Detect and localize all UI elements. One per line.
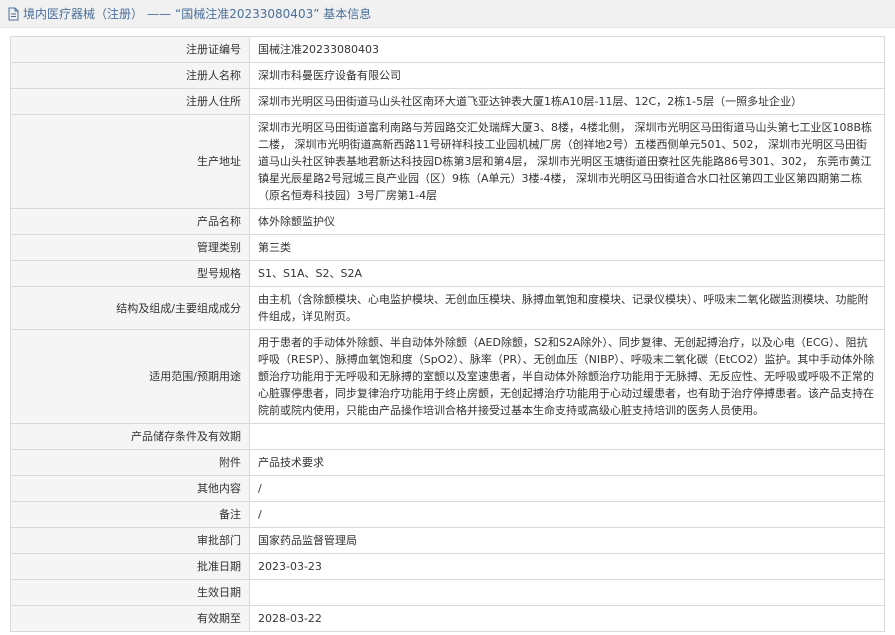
row-value: / xyxy=(249,475,885,502)
header-category: 境内医疗器械（注册） xyxy=(23,7,144,21)
row-label: 产品名称 xyxy=(10,208,250,235)
row-value: 用于患者的手动体外除颤、半自动体外除颤（AED除颤，S2和S2A除外）、同步复律… xyxy=(249,329,885,424)
table-row: 有效期至 2028-03-22 xyxy=(10,605,885,632)
row-value: 体外除颤监护仪 xyxy=(249,208,885,235)
table-row: 产品名称 体外除颤监护仪 xyxy=(10,208,885,235)
row-label: 注册证编号 xyxy=(10,36,250,63)
table-row: 生产地址 深圳市光明区马田街道富利南路与芳园路交汇处瑞辉大厦3、8楼，4楼北侧，… xyxy=(10,114,885,209)
page-header: 境内医疗器械（注册） —— “国械注准20233080403” 基本信息 xyxy=(0,0,895,28)
header-separator: —— xyxy=(147,6,172,21)
info-table-wrapper: 注册证编号 国械注准20233080403 注册人名称 深圳市科曼医疗设备有限公… xyxy=(10,36,895,632)
row-label: 生产地址 xyxy=(10,114,250,209)
row-label: 备注 xyxy=(10,501,250,528)
table-row: 审批部门 国家药品监督管理局 xyxy=(10,527,885,554)
row-value: 2023-03-23 xyxy=(249,553,885,580)
row-value xyxy=(249,579,885,606)
row-value xyxy=(249,423,885,450)
row-value: 国家药品监督管理局 xyxy=(249,527,885,554)
row-value: / xyxy=(249,501,885,528)
row-value: S1、S1A、S2、S2A xyxy=(249,260,885,287)
document-icon xyxy=(8,7,19,20)
row-label: 适用范围/预期用途 xyxy=(10,329,250,424)
row-label: 审批部门 xyxy=(10,527,250,554)
info-table: 注册证编号 国械注准20233080403 注册人名称 深圳市科曼医疗设备有限公… xyxy=(10,36,885,632)
table-row: 其他内容 / xyxy=(10,475,885,502)
row-value: 2028-03-22 xyxy=(249,605,885,632)
row-label: 注册人名称 xyxy=(10,62,250,89)
row-value: 深圳市科曼医疗设备有限公司 xyxy=(249,62,885,89)
row-label: 生效日期 xyxy=(10,579,250,606)
row-value: 由主机（含除颤模块、心电监护模块、无创血压模块、脉搏血氧饱和度模块、记录仪模块）… xyxy=(249,286,885,330)
row-value: 深圳市光明区马田街道富利南路与芳园路交汇处瑞辉大厦3、8楼，4楼北侧， 深圳市光… xyxy=(249,114,885,209)
row-label: 有效期至 xyxy=(10,605,250,632)
row-label: 其他内容 xyxy=(10,475,250,502)
row-label: 管理类别 xyxy=(10,234,250,261)
table-row: 适用范围/预期用途 用于患者的手动体外除颤、半自动体外除颤（AED除颤，S2和S… xyxy=(10,329,885,424)
row-label: 产品储存条件及有效期 xyxy=(10,423,250,450)
row-value: 产品技术要求 xyxy=(249,449,885,476)
table-row: 产品储存条件及有效期 xyxy=(10,423,885,450)
table-row: 注册人名称 深圳市科曼医疗设备有限公司 xyxy=(10,62,885,89)
row-value: 深圳市光明区马田街道马山头社区南环大道飞亚达钟表大厦1栋A10层-11层、12C… xyxy=(249,88,885,115)
row-label: 型号规格 xyxy=(10,260,250,287)
header-title: “国械注准20233080403” 基本信息 xyxy=(175,7,372,21)
table-row: 附件 产品技术要求 xyxy=(10,449,885,476)
row-label: 结构及组成/主要组成成分 xyxy=(10,286,250,330)
table-row: 生效日期 xyxy=(10,579,885,606)
row-value: 第三类 xyxy=(249,234,885,261)
table-row: 注册证编号 国械注准20233080403 xyxy=(10,36,885,63)
table-row: 型号规格 S1、S1A、S2、S2A xyxy=(10,260,885,287)
table-row: 批准日期 2023-03-23 xyxy=(10,553,885,580)
table-row: 管理类别 第三类 xyxy=(10,234,885,261)
table-row: 结构及组成/主要组成成分 由主机（含除颤模块、心电监护模块、无创血压模块、脉搏血… xyxy=(10,286,885,330)
row-label: 批准日期 xyxy=(10,553,250,580)
row-label: 注册人住所 xyxy=(10,88,250,115)
table-row: 注册人住所 深圳市光明区马田街道马山头社区南环大道飞亚达钟表大厦1栋A10层-1… xyxy=(10,88,885,115)
table-row: 备注 / xyxy=(10,501,885,528)
row-label: 附件 xyxy=(10,449,250,476)
row-value: 国械注准20233080403 xyxy=(249,36,885,63)
